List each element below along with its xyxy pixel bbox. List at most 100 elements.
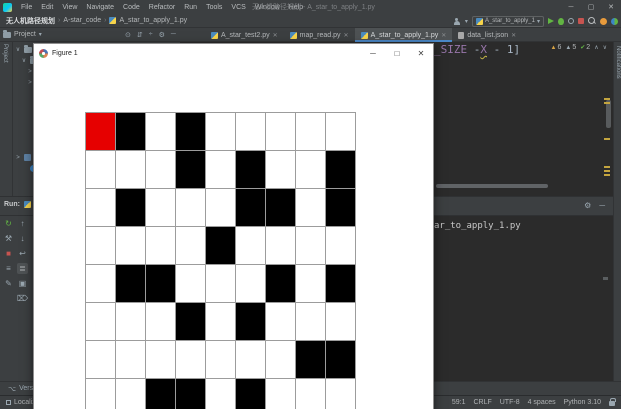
figure-close-button[interactable]: ✕: [409, 44, 433, 62]
codewithme-button[interactable]: [611, 18, 618, 25]
menu-file[interactable]: File: [17, 3, 36, 12]
lock-icon[interactable]: [609, 401, 615, 406]
breadcrumb-item[interactable]: 无人机路径规划: [6, 16, 55, 26]
settings-icon[interactable]: ⚙: [584, 201, 591, 210]
print-icon[interactable]: ▣: [17, 278, 28, 289]
stop-icon[interactable]: ■: [3, 248, 14, 259]
menu-navigate[interactable]: Navigate: [82, 3, 118, 12]
warning-stripe-mark[interactable]: [604, 166, 610, 168]
tab-close-icon[interactable]: ✕: [441, 32, 446, 39]
console-output-line: ar_to_apply_1.py: [434, 221, 521, 231]
status-item[interactable]: 4 spaces: [528, 399, 556, 406]
warning-stripe-mark[interactable]: [604, 102, 610, 104]
pin-icon[interactable]: ✎: [3, 278, 14, 289]
warning-stripe-mark[interactable]: [604, 170, 610, 172]
grid-cell: [296, 303, 325, 340]
stripe-project-button[interactable]: Project: [2, 44, 8, 63]
up-stack-trace-icon[interactable]: ↑: [17, 218, 28, 229]
stripe-notifications-button[interactable]: Notifications: [615, 46, 621, 79]
inspection-nav-icon[interactable]: ∨: [603, 44, 607, 51]
window-minimize-button[interactable]: ─: [561, 0, 581, 14]
expand-all-icon[interactable]: ⇵: [137, 31, 143, 39]
inspection-nav-icon[interactable]: ∧: [594, 44, 598, 51]
scroll-to-end-icon[interactable]: ≣: [17, 263, 28, 274]
warning-stripe-mark[interactable]: [604, 174, 610, 176]
navigation-toolbar: 无人机路径规划›A-star_code›A_star_to_apply_1.py…: [0, 14, 621, 28]
menu-refactor[interactable]: Refactor: [145, 3, 179, 12]
vertical-scrollbar[interactable]: [606, 100, 611, 128]
show-list-icon[interactable]: ≡: [3, 263, 14, 274]
hide-icon[interactable]: ─: [171, 31, 176, 38]
menu-edit[interactable]: Edit: [37, 3, 57, 12]
search-button[interactable]: [588, 17, 596, 25]
breadcrumb-item[interactable]: A-star_code: [63, 17, 101, 24]
menu-view[interactable]: View: [58, 3, 81, 12]
chevron-down-icon: ▾: [537, 18, 540, 25]
status-widgets: 59:1 CRLF UTF-8 4 spaces Python 3.10: [452, 399, 615, 406]
run-tab[interactable]: Run:: [4, 201, 31, 208]
menu-vcs[interactable]: VCS: [227, 3, 249, 12]
settings-icon[interactable]: ⚙: [159, 31, 165, 39]
grid-cell: [266, 151, 295, 188]
edit-configuration-icon[interactable]: ⚒: [3, 233, 14, 244]
tab-A_star_test2.py[interactable]: A_star_test2.py✕: [205, 28, 284, 42]
tree-chevron-icon[interactable]: ∨: [21, 57, 27, 64]
window-maximize-button[interactable]: ▢: [581, 0, 601, 14]
user-icon[interactable]: [453, 17, 461, 25]
run-configuration-select[interactable]: A_star_to_apply_1 ▾: [472, 16, 544, 27]
notifications-button[interactable]: [600, 18, 607, 25]
figure-title-bar[interactable]: Figure 1 ─□✕: [34, 44, 433, 62]
grid-cell: [116, 265, 145, 302]
grid-cell: [86, 227, 115, 264]
rerun-icon[interactable]: ↻: [3, 218, 14, 229]
matplotlib-figure-window[interactable]: Figure 1 ─□✕: [33, 43, 434, 409]
inspections-widget[interactable]: ▲6▲5✔2∧∨: [551, 44, 607, 51]
status-item[interactable]: 59:1: [452, 399, 466, 406]
soft-wrap-icon[interactable]: ↩: [17, 248, 28, 259]
status-item[interactable]: Python 3.10: [564, 399, 601, 406]
tree-chevron-icon[interactable]: >: [15, 155, 21, 161]
stop-button[interactable]: [578, 18, 584, 24]
grid-cell: [176, 227, 205, 264]
menu-tools[interactable]: Tools: [202, 3, 226, 12]
grid-cell: [266, 113, 295, 150]
grid-cell: [266, 265, 295, 302]
status-item[interactable]: CRLF: [473, 399, 491, 406]
warning-stripe-mark[interactable]: [604, 138, 610, 140]
project-tool-header[interactable]: Project ▾: [3, 28, 42, 41]
tab-label: A_star_to_apply_1.py: [371, 32, 439, 39]
clear-icon[interactable]: ⌦: [17, 293, 28, 304]
menu-run[interactable]: Run: [180, 3, 201, 12]
down-stack-trace-icon[interactable]: ↓: [17, 233, 28, 244]
run-button[interactable]: [548, 18, 554, 24]
collapse-all-icon[interactable]: ÷: [149, 31, 153, 38]
tab-close-icon[interactable]: ✕: [273, 32, 278, 39]
tabs-row: Project ▾ ⊙⇵÷⚙─ A_star_test2.py✕map_read…: [0, 28, 621, 42]
user-chevron-icon[interactable]: ▾: [465, 18, 468, 25]
profiler-button[interactable]: [568, 18, 574, 24]
grid-cell: [86, 379, 115, 409]
figure-minimize-button[interactable]: ─: [361, 44, 385, 62]
grid-cell: [176, 189, 205, 226]
tab-A_star_to_apply_1.py[interactable]: A_star_to_apply_1.py✕: [355, 28, 453, 42]
debug-button[interactable]: [558, 18, 564, 25]
grid-cell: [236, 341, 265, 378]
tab-label: map_read.py: [300, 32, 341, 39]
horizontal-scrollbar[interactable]: [436, 184, 548, 188]
menu-code[interactable]: Code: [119, 3, 144, 12]
tab-map_read.py[interactable]: map_read.py✕: [284, 28, 355, 42]
tab-close-icon[interactable]: ✕: [511, 32, 516, 39]
status-item[interactable]: UTF-8: [500, 399, 520, 406]
locate-icon[interactable]: ⊙: [125, 31, 131, 39]
occupancy-grid-plot: [85, 112, 356, 409]
tab-close-icon[interactable]: ✕: [344, 32, 349, 39]
warning-stripe-mark[interactable]: [604, 98, 610, 100]
inspection-count: ▲6: [551, 44, 562, 51]
tree-chevron-icon[interactable]: ∨: [15, 46, 21, 53]
grid-cell: [86, 341, 115, 378]
window-close-button[interactable]: ✕: [601, 0, 621, 14]
tab-data_list.json[interactable]: data_list.json✕: [452, 28, 522, 42]
figure-maximize-button[interactable]: □: [385, 44, 409, 62]
hide-icon[interactable]: ─: [599, 201, 605, 210]
breadcrumb-item[interactable]: A_star_to_apply_1.py: [119, 17, 187, 24]
